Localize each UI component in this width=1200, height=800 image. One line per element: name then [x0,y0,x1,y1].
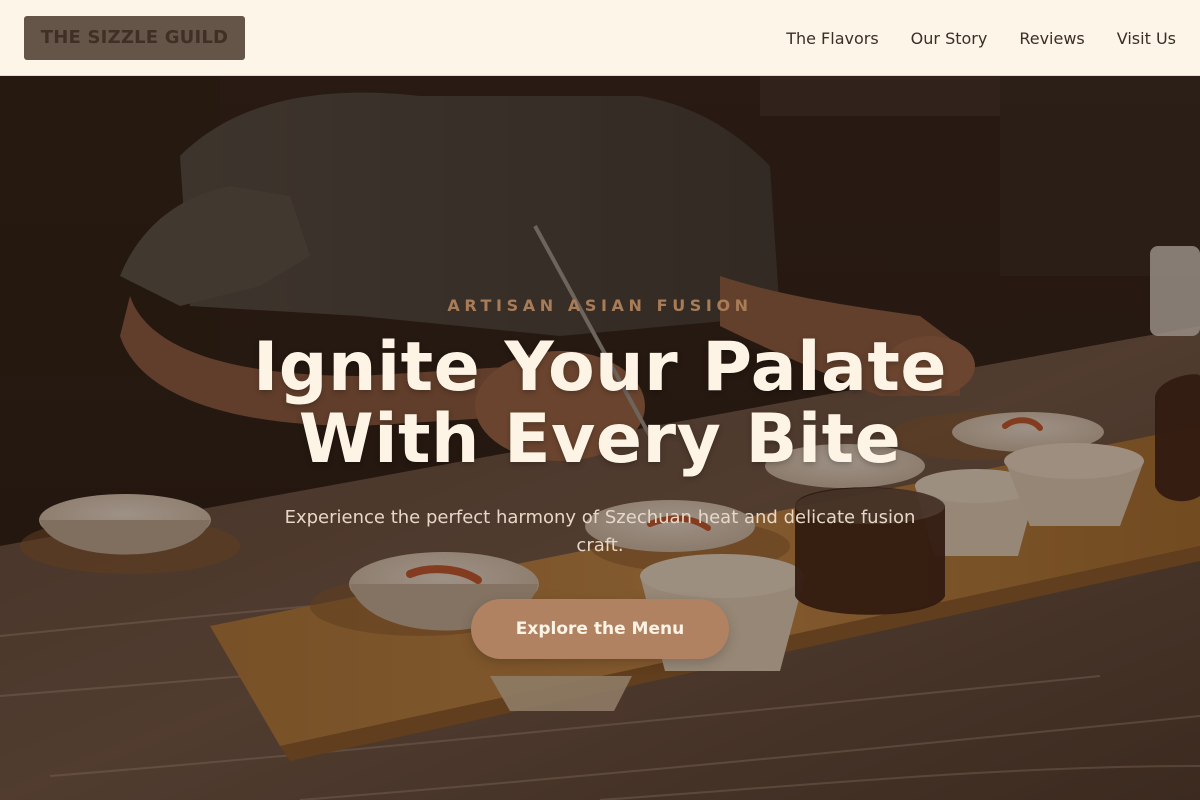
main-nav: The Flavors Our Story Reviews Visit Us [786,0,1176,76]
nav-link-visit[interactable]: Visit Us [1117,29,1176,48]
nav-link-flavors[interactable]: The Flavors [786,29,878,48]
site-header: THE SIZZLE GUILD The Flavors Our Story R… [0,0,1200,76]
nav-link-reviews[interactable]: Reviews [1019,29,1084,48]
hero-title: Ignite Your Palate With Every Bite [200,332,1000,476]
explore-menu-button[interactable]: Explore the Menu [471,599,729,659]
nav-link-story[interactable]: Our Story [911,29,988,48]
hero-subtitle: Experience the perfect harmony of Szechu… [284,507,916,556]
hero-title-line-1: Ignite Your Palate [252,328,948,407]
hero-content: ARTISAN ASIAN FUSION Ignite Your Palate … [0,76,1200,800]
hero-section: ARTISAN ASIAN FUSION Ignite Your Palate … [0,76,1200,800]
hero-eyebrow: ARTISAN ASIAN FUSION [447,296,753,315]
site-logo[interactable]: THE SIZZLE GUILD [24,16,245,60]
hero-title-line-2: With Every Bite [298,400,902,479]
